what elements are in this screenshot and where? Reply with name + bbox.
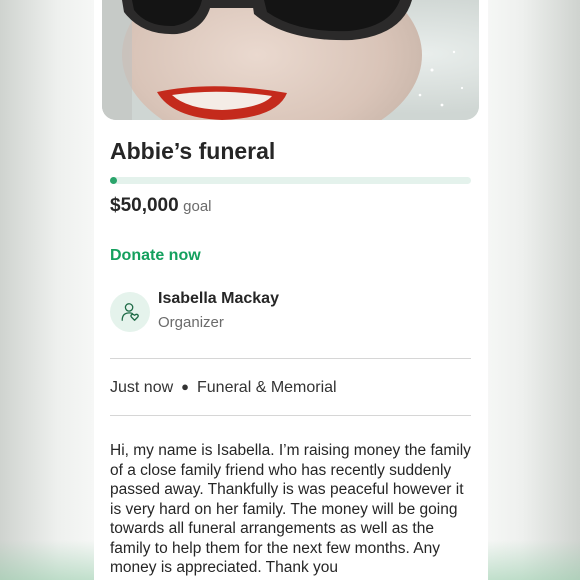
organizer-heart-icon: [121, 303, 139, 321]
goal-row: $50,000 goal: [110, 195, 212, 217]
campaign-meta: Just now ● Funeral & Memorial: [110, 379, 337, 397]
meta-separator: ●: [181, 379, 189, 394]
organizer-role: Organizer: [158, 314, 224, 331]
campaign-photo: [102, 0, 479, 120]
campaign-title: Abbie’s funeral: [110, 138, 276, 164]
goal-amount: $50,000: [110, 195, 179, 216]
fundraiser-card: Abbie’s funeral $50,000 goal Donate now …: [94, 0, 488, 580]
category-link[interactable]: Funeral & Memorial: [197, 379, 337, 396]
goal-label: goal: [183, 198, 212, 215]
divider: [110, 415, 471, 416]
divider: [110, 358, 471, 359]
progress-bar: [110, 177, 471, 184]
campaign-photo-art: [102, 0, 479, 120]
created-time: Just now: [110, 379, 174, 396]
organizer-avatar: [110, 292, 150, 332]
progress-bar-fill: [110, 177, 117, 184]
donate-now-button[interactable]: Donate now: [110, 247, 201, 265]
organizer-name: Isabella Mackay: [158, 290, 279, 307]
campaign-story: Hi, my name is Isabella. I’m raising mon…: [110, 442, 471, 576]
